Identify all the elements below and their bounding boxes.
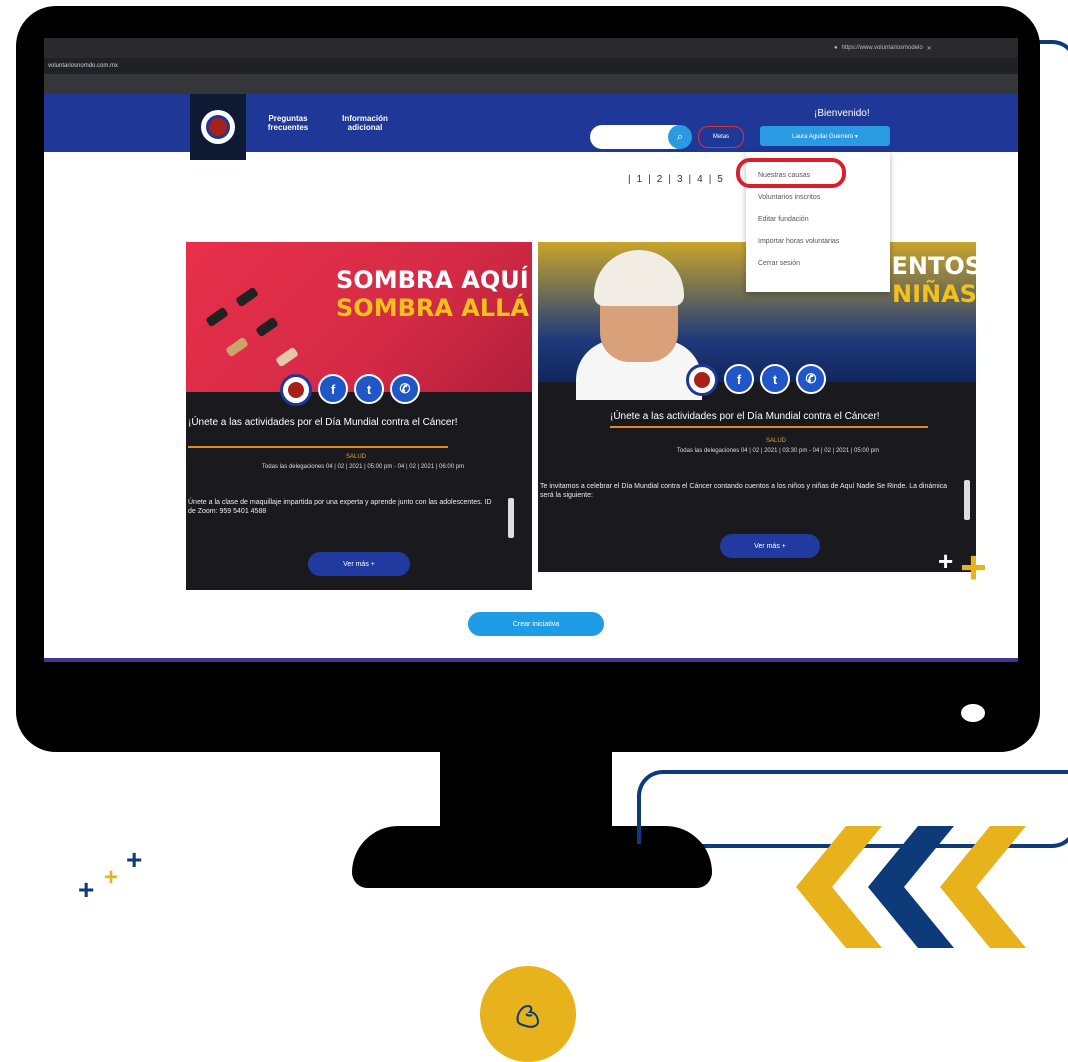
banner-headline: SOMBRA AQUÍ [336,266,529,294]
page-link[interactable]: 5 [717,174,725,185]
bookmarks-bar [44,74,1018,94]
nav-link-preguntas[interactable]: Preguntas frecuentes [260,114,316,132]
card-description: Te invitamos a celebrar el Día Mundial c… [540,483,948,499]
menu-item-voluntarios[interactable]: Voluntarios inscritos [758,194,820,201]
highlight-annotation-circle [736,158,846,188]
site-logo[interactable] [190,94,246,160]
banner-headline: SOMBRA ALLÁ [336,294,530,322]
twitter-icon[interactable]: t [354,374,384,404]
logo-emblem-icon [201,110,235,144]
menu-item-editar-fundacion[interactable]: Editar fundación [758,216,809,223]
plus-icon: + [78,874,95,905]
browser-tab[interactable]: ● https://www.voluntariosmodelo ✕ [834,41,994,55]
monitor-screen: ● https://www.voluntariosmodelo ✕ volunt… [44,38,1018,662]
chevron-left-icon [796,826,1026,948]
title-underline [610,426,928,428]
page-link[interactable]: 1 [637,174,645,185]
foundation-logo-icon [280,374,312,406]
power-indicator [961,704,985,722]
twitter-icon[interactable]: t [760,364,790,394]
whatsapp-icon[interactable]: ✆ [390,374,420,404]
browser-titlebar: ● https://www.voluntariosmodelo ✕ [44,38,1018,58]
search-icon: ⌕ [676,130,684,143]
page-link[interactable]: 4 [697,174,705,185]
metas-button[interactable]: Metas [698,126,744,148]
ver-mas-button[interactable]: Ver más + [308,552,410,576]
facebook-icon[interactable]: f [724,364,754,394]
muscle-arm-icon [480,966,576,1062]
user-menu-button[interactable]: Laura Aguilar Guerrero ▾ [760,126,890,146]
card-dates: Todas las delegaciones 04 | 02 | 2021 | … [261,464,465,470]
card-category: SALUD [346,454,367,460]
plus-icon: + [938,546,954,572]
menu-item-cerrar-sesion[interactable]: Cerrar sesión [758,260,800,267]
ver-mas-button[interactable]: Ver más + [720,534,820,558]
welcome-text: ¡Bienvenido! [814,108,870,119]
title-underline [188,446,448,448]
screen-bottom-edge [44,658,1018,662]
social-share-row: f t ✆ [686,364,826,396]
address-bar[interactable]: voluntariosnomdo.com.mx [44,58,1018,74]
address-url: voluntariosnomdo.com.mx [48,63,119,69]
crear-iniciativa-button[interactable]: Crear iniciativa [468,612,604,636]
pagination: | 1 | 2 | 3 | 4 | 5 [628,174,725,185]
social-share-row: f t ✆ [280,374,420,406]
banner-headline: NIÑAS [892,280,976,308]
description-scrollbar[interactable] [508,498,514,538]
whatsapp-icon[interactable]: ✆ [796,364,826,394]
plus-icon: + [126,844,143,875]
card-category: SALUD [766,438,787,444]
card-title: ¡Únete a las actividades por el Día Mund… [188,417,458,428]
page-link[interactable]: 2 [657,174,665,185]
foundation-logo-icon [686,364,718,396]
tab-title: https://www.voluntariosmodelo [841,45,923,51]
card-title: ¡Únete a las actividades por el Día Mund… [610,411,880,422]
plus-icon: + [960,541,987,593]
initiative-card: SOMBRA AQUÍ SOMBRA ALLÁ f t ✆ ¡Únete a l… [186,242,532,590]
page-link[interactable]: 3 [677,174,685,185]
plus-icon: + [104,864,119,891]
menu-item-importar-horas[interactable]: Importar horas voluntarias [758,238,839,245]
description-scrollbar[interactable] [964,480,970,520]
search-button[interactable]: ⌕ [668,125,692,149]
nav-link-informacion[interactable]: Información adicional [334,114,396,132]
card-description: Únete a la clase de maquillaje impartida… [188,499,492,515]
card-dates: Todas las delegaciones 04 | 02 | 2021 | … [676,448,880,454]
facebook-icon[interactable]: f [318,374,348,404]
tab-close-icon[interactable]: ✕ [927,45,932,52]
card-banner-image: SOMBRA AQUÍ SOMBRA ALLÁ [186,242,532,392]
tab-favicon-icon: ● [834,45,838,51]
